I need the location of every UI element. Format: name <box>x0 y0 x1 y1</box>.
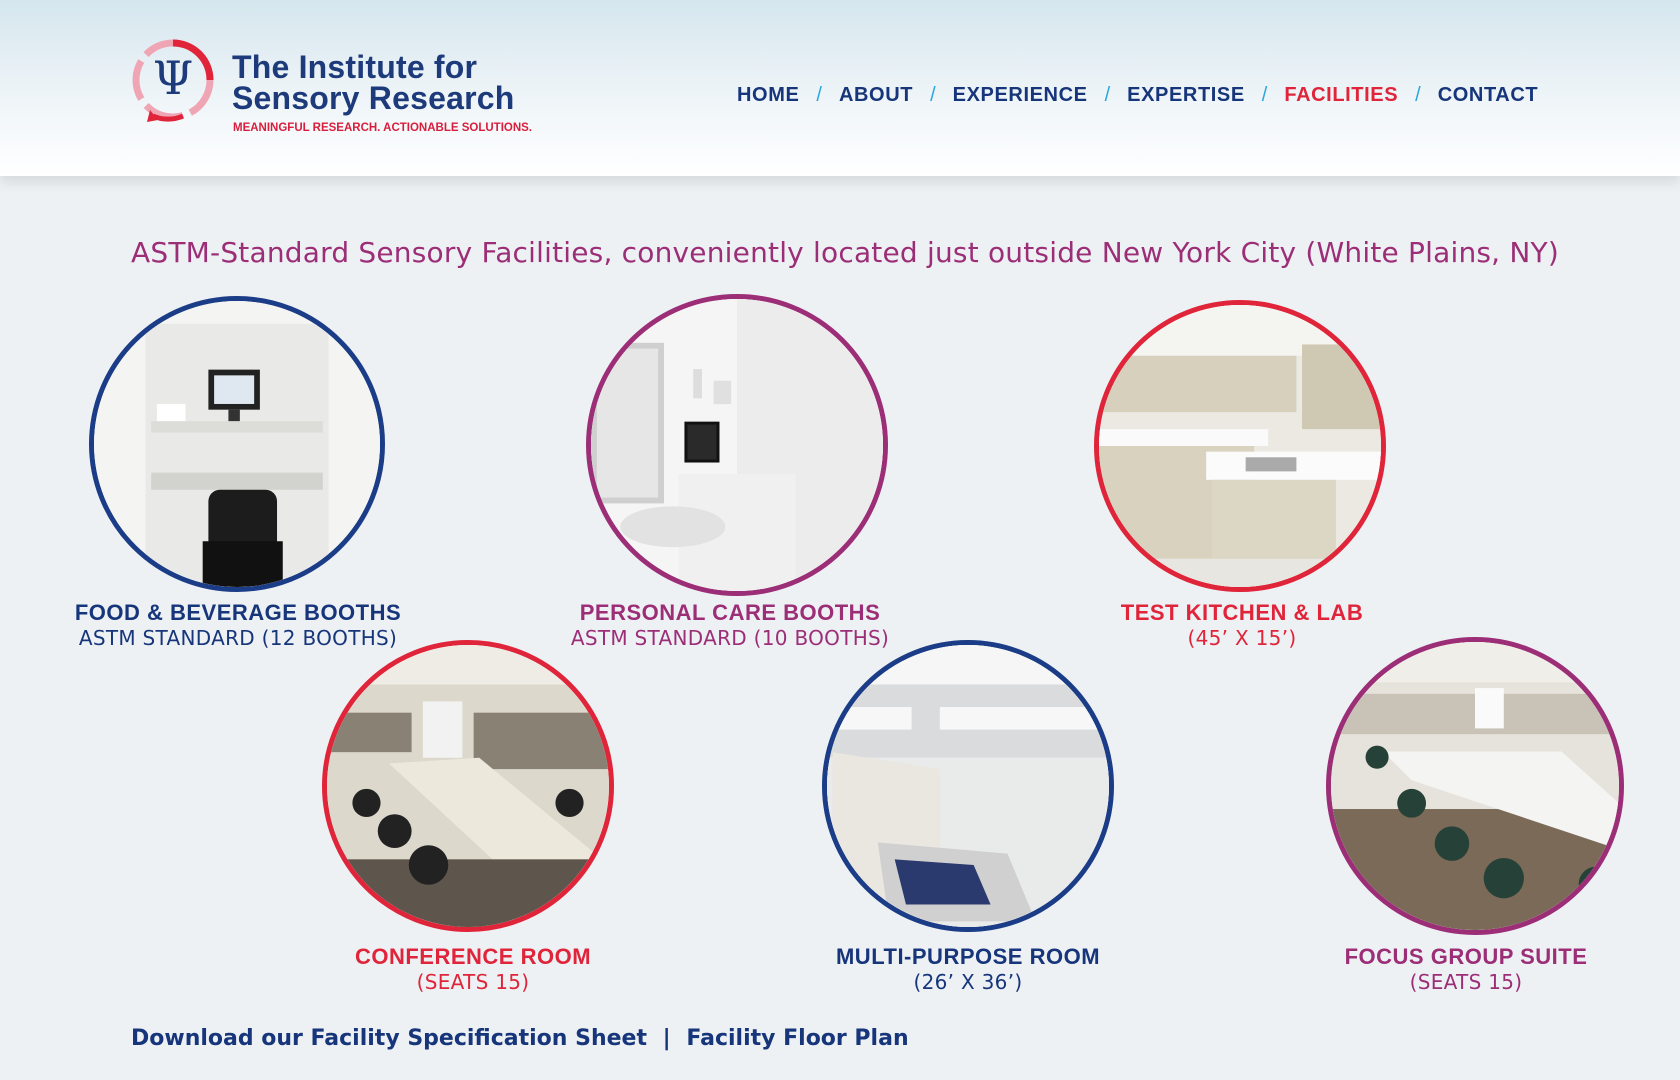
nav-separator: / <box>1261 84 1268 106</box>
test-kitchen-photo[interactable] <box>1094 300 1386 592</box>
download-links: Download our Facility Specification Shee… <box>131 1026 909 1051</box>
facility-title: CONFERENCE ROOM <box>354 944 592 969</box>
site-logo[interactable]: Ψ The Institute for Sensory Research MEA… <box>128 38 548 138</box>
site-header: Ψ The Institute for Sensory Research MEA… <box>0 0 1680 176</box>
facility-title: TEST KITCHEN & LAB <box>1120 600 1364 625</box>
facility-card-multi-purpose-room[interactable]: MULTI-PURPOSE ROOM (26’ X 36’) <box>748 640 1188 1000</box>
nav-experience[interactable]: EXPERIENCE <box>953 84 1088 107</box>
facility-subtitle: (SEATS 15) <box>1409 970 1523 994</box>
page-headline: ASTM-Standard Sensory Facilities, conven… <box>131 236 1559 269</box>
facility-card-conference-room[interactable]: CONFERENCE ROOM (SEATS 15) <box>253 640 693 1000</box>
facility-title: PERSONAL CARE BOOTHS <box>579 600 881 625</box>
focus-group-suite-photo[interactable] <box>1326 637 1624 935</box>
facility-card-food-beverage[interactable]: FOOD & BEVERAGE BOOTHS ASTM STANDARD (12… <box>18 296 458 656</box>
nav-separator: / <box>816 84 822 106</box>
nav-home[interactable]: HOME <box>737 84 799 107</box>
facility-card-personal-care[interactable]: PERSONAL CARE BOOTHS ASTM STANDARD (10 B… <box>510 294 950 656</box>
link-separator: | <box>662 1026 671 1051</box>
nav-facilities[interactable]: FACILITIES <box>1284 84 1398 107</box>
facility-subtitle: (26’ X 36’) <box>913 970 1023 994</box>
food-beverage-booth-photo[interactable] <box>89 296 385 592</box>
logo-tagline: MEANINGFUL RESEARCH. ACTIONABLE SOLUTION… <box>233 122 533 134</box>
nav-contact[interactable]: CONTACT <box>1438 84 1538 107</box>
facility-title: FOOD & BEVERAGE BOOTHS <box>74 600 402 625</box>
psi-logo-icon: Ψ <box>132 39 214 122</box>
nav-expertise[interactable]: EXPERTISE <box>1127 84 1245 107</box>
facility-card-focus-group-suite[interactable]: FOCUS GROUP SUITE (SEATS 15) <box>1226 637 1666 1000</box>
main-nav: HOME / ABOUT / EXPERIENCE / EXPERTISE / … <box>737 84 1538 107</box>
nav-separator: / <box>1104 84 1111 106</box>
multi-purpose-room-photo[interactable] <box>822 640 1114 932</box>
svg-text:Ψ: Ψ <box>153 51 193 105</box>
spec-sheet-link[interactable]: Download our Facility Specification Shee… <box>131 1026 647 1051</box>
facility-title: FOCUS GROUP SUITE <box>1344 944 1588 969</box>
facility-subtitle: (SEATS 15) <box>416 970 530 994</box>
logo-title: The Institute for Sensory Research <box>232 49 515 116</box>
floor-plan-link[interactable]: Facility Floor Plan <box>686 1026 908 1051</box>
nav-separator: / <box>930 84 936 106</box>
facility-title: MULTI-PURPOSE ROOM <box>835 944 1101 969</box>
facility-card-test-kitchen[interactable]: TEST KITCHEN & LAB (45’ X 15’) <box>1022 296 1462 656</box>
personal-care-booth-photo[interactable] <box>586 294 888 596</box>
nav-separator: / <box>1415 84 1421 106</box>
conference-room-photo[interactable] <box>322 640 614 932</box>
nav-about[interactable]: ABOUT <box>839 84 913 107</box>
